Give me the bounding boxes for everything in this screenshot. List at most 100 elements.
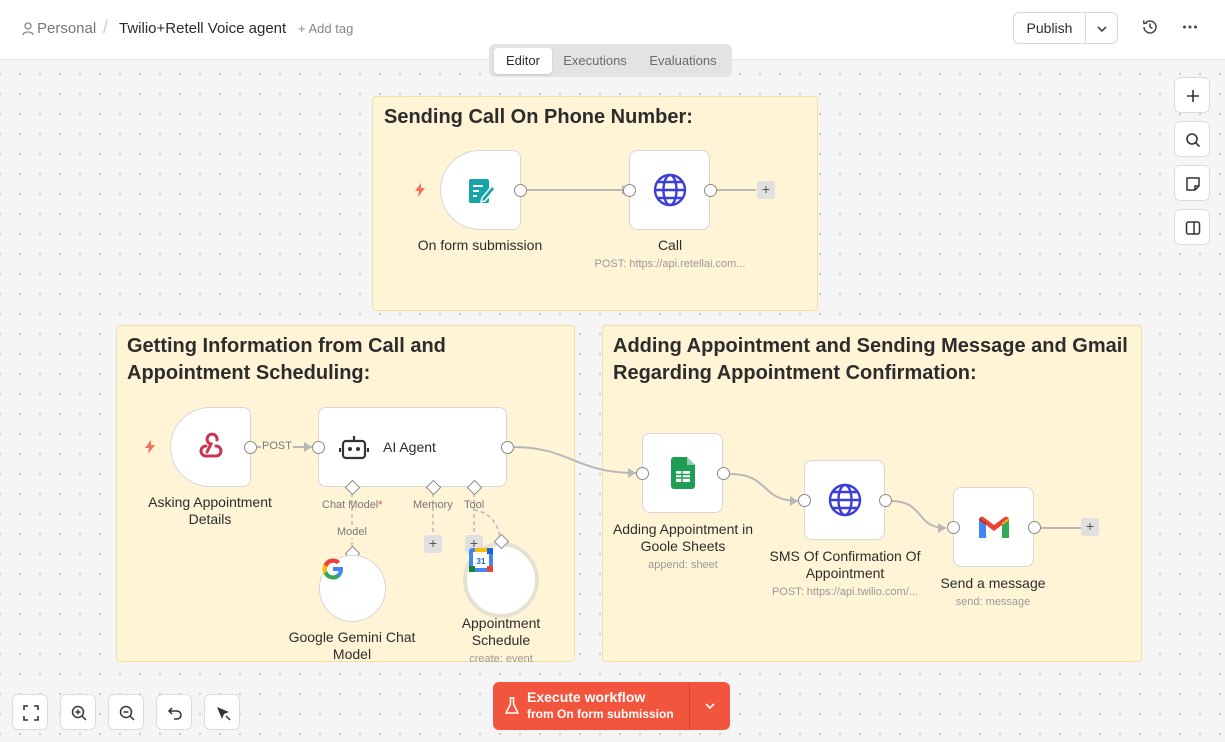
node-subtitle: append: sheet [648, 559, 718, 571]
sheets-node[interactable] [642, 433, 723, 513]
form-icon [468, 179, 496, 204]
more-icon[interactable] [1181, 18, 1199, 36]
publish-options-button[interactable] [1085, 12, 1118, 44]
call-http-node[interactable] [629, 150, 710, 230]
sticky-title-line1: Getting Information from Call and [127, 335, 446, 357]
calendar-day: 31 [477, 557, 486, 566]
node-subtitle: create: event [469, 653, 533, 665]
add-node-button[interactable] [1174, 77, 1210, 113]
node-label: Call [657, 237, 683, 253]
node-label: On form submission [417, 237, 543, 253]
tool-label: Tool [464, 499, 485, 511]
node-label-line1: Appointment [461, 615, 541, 631]
node-label: Send a message [940, 575, 1046, 591]
clean-up-icon [217, 707, 231, 721]
output-port[interactable] [717, 467, 730, 480]
calendar-tool-node[interactable]: 31 [463, 542, 539, 618]
sticky-title: Sending Call On Phone Number: [384, 106, 693, 128]
zoom-in-icon [71, 705, 87, 721]
google-icon [322, 558, 343, 580]
chevron-down-icon [1097, 26, 1107, 33]
publish-button[interactable]: Publish [1013, 12, 1086, 44]
gemini-model-node[interactable] [319, 555, 386, 622]
chat-model-label: Chat Model* [322, 499, 383, 511]
node-label-line1: Asking Appointment [148, 494, 272, 510]
zoom-out-button[interactable] [108, 694, 144, 730]
input-port[interactable] [312, 441, 325, 454]
tab-evaluations[interactable]: Evaluations [639, 48, 727, 74]
sticky-title-line1: Adding Appointment and Sending Message a… [613, 335, 1128, 357]
execute-workflow-button[interactable]: Execute workflow from On form submission [493, 682, 689, 730]
sticky-note-icon [1186, 177, 1200, 191]
node-label-line1: SMS Of Confirmation Of [769, 548, 921, 564]
workflow-name[interactable]: Twilio+Retell Voice agent [119, 20, 286, 37]
gmail-icon [978, 516, 1009, 538]
output-port[interactable] [704, 184, 717, 197]
sheets-icon [670, 457, 695, 489]
globe-icon [653, 173, 686, 207]
trigger-bolt-icon [415, 183, 425, 197]
view-tabs: Editor Executions Evaluations [489, 44, 732, 77]
sticky-sending-call[interactable]: Sending Call On Phone Number: [372, 96, 818, 311]
node-label-line2: Model [332, 646, 372, 662]
breadcrumb-separator: / [103, 17, 109, 37]
add-tag-link[interactable]: + Add tag [298, 21, 353, 36]
sticky-title-line2: Appointment Scheduling: [127, 362, 371, 384]
chevron-down-icon [705, 703, 715, 710]
fit-view-button[interactable] [12, 694, 48, 730]
search-icon [1186, 133, 1201, 148]
undo-button[interactable] [156, 694, 192, 730]
fit-view-icon [23, 705, 39, 721]
robot-icon [339, 436, 369, 460]
output-port[interactable] [514, 184, 527, 197]
model-port-label: Model [337, 526, 367, 538]
node-label-line2: Goole Sheets [640, 538, 726, 554]
output-port[interactable] [501, 441, 514, 454]
panel-icon [1185, 221, 1201, 235]
gmail-node[interactable] [953, 487, 1034, 567]
plus-icon [1187, 90, 1199, 102]
clean-up-button[interactable] [204, 694, 240, 730]
input-port[interactable] [798, 494, 811, 507]
tab-executions[interactable]: Executions [555, 48, 635, 74]
breadcrumb-workspace[interactable]: Personal [37, 20, 96, 37]
node-label-line1: Google Gemini Chat [288, 629, 416, 645]
node-subtitle: send: message [955, 596, 1031, 608]
toggle-panel-button[interactable] [1174, 209, 1210, 245]
undo-icon [167, 707, 182, 720]
memory-label: Memory [413, 499, 453, 511]
method-label: POST [261, 440, 293, 452]
output-port[interactable] [244, 441, 257, 454]
add-next-node-button[interactable]: + [757, 181, 775, 199]
tab-editor[interactable]: Editor [494, 48, 552, 74]
search-nodes-button[interactable] [1174, 121, 1210, 157]
input-port[interactable] [947, 521, 960, 534]
flask-icon [505, 697, 519, 714]
execute-options-button[interactable] [689, 682, 730, 730]
output-port[interactable] [1028, 521, 1041, 534]
add-next-node-button[interactable]: + [1081, 518, 1099, 536]
sms-http-node[interactable] [804, 460, 885, 540]
sticky-title-line2: Regarding Appointment Confirmation: [613, 362, 977, 384]
node-label-line2: Details [188, 511, 232, 527]
zoom-out-icon [119, 705, 135, 721]
add-sticky-button[interactable] [1174, 165, 1210, 201]
calendar-icon: 31 [469, 548, 493, 572]
execute-sublabel: from On form submission [527, 707, 674, 721]
webhook-trigger-node[interactable] [170, 407, 251, 487]
zoom-in-button[interactable] [60, 694, 96, 730]
globe-icon [828, 483, 861, 517]
input-port[interactable] [623, 184, 636, 197]
node-label-line2: Appointment [805, 565, 885, 581]
trigger-bolt-icon [145, 440, 155, 454]
person-icon [22, 22, 34, 36]
form-trigger-node[interactable] [440, 150, 521, 230]
input-port[interactable] [636, 467, 649, 480]
webhook-icon [199, 432, 222, 458]
output-port[interactable] [879, 494, 892, 507]
node-title: AI Agent [383, 439, 436, 455]
history-icon[interactable] [1141, 18, 1159, 36]
ai-agent-node[interactable]: AI Agent [318, 407, 507, 487]
execute-label: Execute workflow [527, 689, 646, 705]
add-memory-button[interactable]: + [424, 535, 442, 553]
